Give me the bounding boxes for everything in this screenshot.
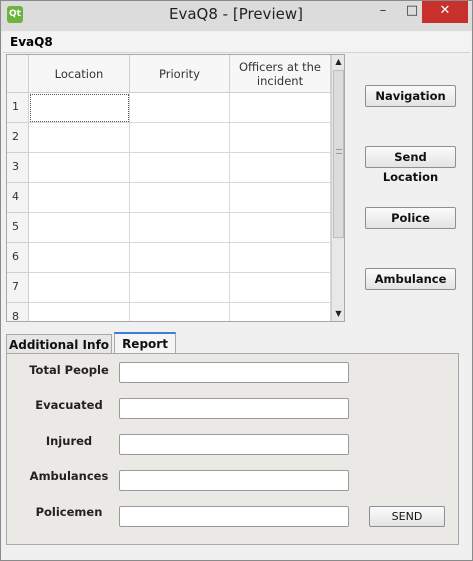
table-cell-priority[interactable] xyxy=(130,153,230,183)
scroll-thumb[interactable] xyxy=(333,70,344,238)
injured-label: Injured xyxy=(45,434,93,448)
table-cell-priority[interactable] xyxy=(130,273,230,303)
row-header[interactable]: 1 xyxy=(7,93,29,123)
table-cell-priority[interactable] xyxy=(130,183,230,213)
table-cell-location[interactable] xyxy=(29,303,130,321)
table-cell-location[interactable] xyxy=(29,93,130,123)
report-tab-panel: Total People Evacuated Injured Ambulance… xyxy=(6,353,459,545)
evacuated-label: Evacuated xyxy=(35,398,103,412)
tab-additional-info[interactable]: Additional Info xyxy=(6,334,112,355)
policemen-field[interactable] xyxy=(119,506,349,527)
app-window: Qt EvaQ8 - [Preview] – □ ✕ EvaQ8 Locatio… xyxy=(0,0,473,561)
ambulance-button[interactable]: Ambulance xyxy=(365,268,456,290)
table-cell-priority[interactable] xyxy=(130,243,230,273)
table-cell-officers[interactable] xyxy=(230,273,331,303)
table-cell-priority[interactable] xyxy=(130,303,230,321)
total-people-label: Total People xyxy=(29,363,109,377)
minimize-button[interactable]: – xyxy=(368,1,398,23)
table-cell-officers[interactable] xyxy=(230,153,331,183)
table-cell-officers[interactable] xyxy=(230,123,331,153)
scroll-up-arrow-icon[interactable]: ▲ xyxy=(332,55,344,69)
evacuated-field[interactable] xyxy=(119,398,349,419)
table-cell-location[interactable] xyxy=(29,123,130,153)
form-name-label: EvaQ8 xyxy=(3,32,470,53)
navigation-button[interactable]: Navigation xyxy=(365,85,456,107)
ambulances-label: Ambulances xyxy=(29,469,109,483)
window-title: EvaQ8 - [Preview] xyxy=(169,5,303,23)
table-cell-priority[interactable] xyxy=(130,213,230,243)
tab-report[interactable]: Report xyxy=(114,332,176,354)
row-header[interactable]: 3 xyxy=(7,153,29,183)
row-header[interactable]: 5 xyxy=(7,213,29,243)
row-header[interactable]: 7 xyxy=(7,273,29,303)
row-header[interactable]: 4 xyxy=(7,183,29,213)
title-bar[interactable]: Qt EvaQ8 - [Preview] – □ ✕ xyxy=(1,1,472,31)
qt-app-icon: Qt xyxy=(7,6,23,23)
table-cell-officers[interactable] xyxy=(230,243,331,273)
column-header-location[interactable]: Location xyxy=(29,55,130,93)
table-cell-priority[interactable] xyxy=(130,123,230,153)
grip-icon xyxy=(336,149,342,154)
table-cell-officers[interactable] xyxy=(230,93,331,123)
send-location-button[interactable]: Send Location xyxy=(365,146,456,184)
table-cell-officers[interactable] xyxy=(230,213,331,243)
row-header[interactable]: 6 xyxy=(7,243,29,273)
scroll-down-arrow-icon[interactable]: ▼ xyxy=(332,307,344,321)
table-cell-location[interactable] xyxy=(29,273,130,303)
column-header-officers[interactable]: Officers at the incident xyxy=(230,55,331,93)
ambulances-field[interactable] xyxy=(119,470,349,491)
row-header[interactable]: 2 xyxy=(7,123,29,153)
send-button[interactable]: SEND xyxy=(369,506,445,527)
total-people-field[interactable] xyxy=(119,362,349,383)
table-cell-location[interactable] xyxy=(29,153,130,183)
table-cell-location[interactable] xyxy=(29,243,130,273)
table-corner-button[interactable] xyxy=(7,55,29,93)
row-header[interactable]: 8 xyxy=(7,303,29,321)
close-button[interactable]: ✕ xyxy=(422,1,468,23)
table-cell-officers[interactable] xyxy=(230,183,331,213)
table-cell-priority[interactable] xyxy=(130,93,230,123)
injured-field[interactable] xyxy=(119,434,349,455)
table-cell-location[interactable] xyxy=(29,183,130,213)
policemen-label: Policemen xyxy=(35,505,103,519)
incident-table[interactable]: Location Priority Officers at the incide… xyxy=(6,54,345,322)
police-button[interactable]: Police xyxy=(365,207,456,229)
column-header-priority[interactable]: Priority xyxy=(130,55,230,93)
table-cell-location[interactable] xyxy=(29,213,130,243)
table-cell-officers[interactable] xyxy=(230,303,331,321)
table-vertical-scrollbar[interactable]: ▲ ▼ xyxy=(331,55,344,321)
